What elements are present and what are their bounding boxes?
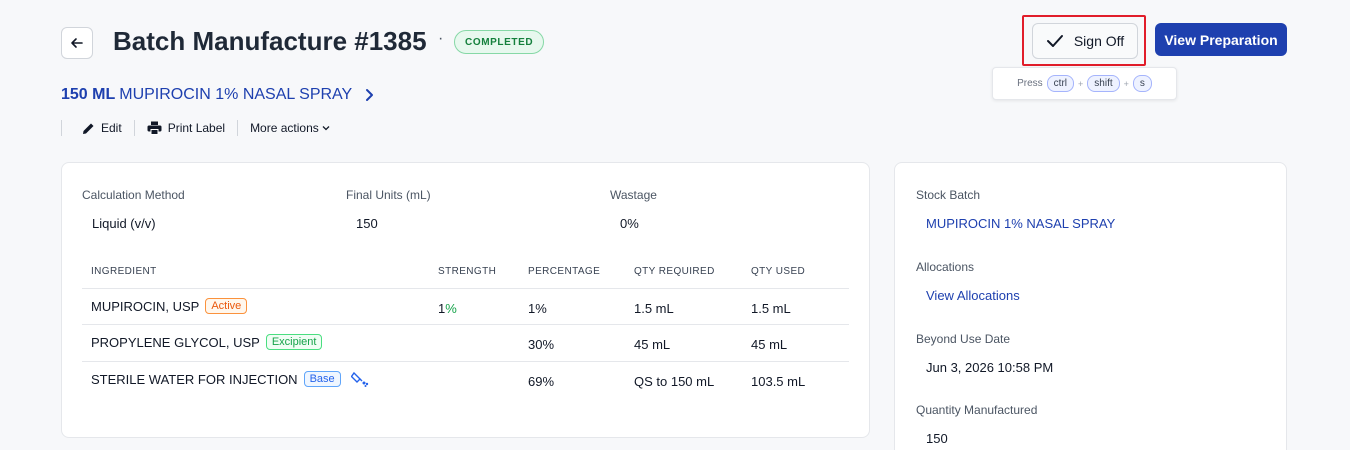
product-size: 150 ML bbox=[61, 86, 116, 103]
more-actions-label: More actions bbox=[250, 121, 319, 135]
allocations-label: Allocations bbox=[916, 260, 975, 274]
shortcut-hint: Press ctrl + shift + s bbox=[992, 67, 1177, 100]
beyond-use-date-value: Jun 3, 2026 10:58 PM bbox=[926, 360, 1054, 375]
strength-unit: % bbox=[445, 301, 457, 316]
ingredients-card: Calculation Method Liquid (v/v) Final Un… bbox=[61, 162, 870, 438]
qty-used-cell: 1.5 mL bbox=[751, 301, 791, 316]
status-badge: COMPLETED bbox=[454, 30, 545, 54]
ingredient-name: STERILE WATER FOR INJECTION bbox=[91, 371, 298, 387]
quantity-manufactured-value: 150 bbox=[926, 431, 948, 446]
key-plus: + bbox=[1123, 78, 1129, 89]
view-allocations-link[interactable]: View Allocations bbox=[926, 288, 1020, 303]
percentage-cell: 1% bbox=[528, 301, 547, 316]
water-drop-icon[interactable] bbox=[350, 371, 369, 387]
arrow-left-icon bbox=[71, 38, 83, 48]
final-units-value: 150 bbox=[356, 216, 378, 231]
final-units-label: Final Units (mL) bbox=[346, 188, 431, 202]
key-plus: + bbox=[1078, 78, 1084, 89]
col-header-strength: STRENGTH bbox=[438, 266, 497, 277]
strength-cell: 1% bbox=[438, 301, 457, 316]
qty-required-cell: 1.5 mL bbox=[634, 301, 674, 316]
row-divider bbox=[82, 288, 849, 289]
ingredient-name: MUPIROCIN, USP bbox=[91, 298, 200, 314]
more-actions-button[interactable]: More actions bbox=[238, 121, 342, 135]
ingredient-tag: Active bbox=[205, 298, 248, 314]
stock-batch-label: Stock Batch bbox=[916, 188, 981, 202]
title-separator: · bbox=[438, 30, 444, 47]
beyond-use-date-label: Beyond Use Date bbox=[916, 332, 1011, 346]
percentage-cell: 69% bbox=[528, 374, 555, 389]
sign-off-label: Sign Off bbox=[1073, 33, 1125, 49]
action-divider bbox=[61, 120, 62, 136]
table-row: MUPIROCIN, USP Active bbox=[91, 298, 248, 314]
table-row: STERILE WATER FOR INJECTION Base bbox=[91, 371, 369, 387]
table-row: PROPYLENE GLYCOL, USP Excipient bbox=[91, 334, 323, 350]
calc-method-value: Liquid (v/v) bbox=[92, 216, 156, 231]
edit-label: Edit bbox=[101, 121, 122, 135]
ingredient-tag: Excipient bbox=[265, 334, 323, 350]
col-header-percentage: PERCENTAGE bbox=[528, 266, 601, 277]
stock-details-card: Stock Batch MUPIROCIN 1% NASAL SPRAY All… bbox=[894, 162, 1287, 450]
action-bar: Edit Print Label More actions bbox=[61, 118, 342, 138]
chevron-down-icon bbox=[322, 126, 330, 131]
key-shift: shift bbox=[1087, 75, 1120, 92]
edit-button[interactable]: Edit bbox=[70, 121, 134, 135]
col-header-ingredient: INGREDIENT bbox=[91, 266, 157, 277]
shortcut-press-label: Press bbox=[1017, 78, 1043, 89]
col-header-qty-used: QTY USED bbox=[751, 266, 806, 277]
key-ctrl: ctrl bbox=[1046, 75, 1075, 92]
pencil-icon bbox=[83, 123, 94, 134]
stock-batch-link[interactable]: MUPIROCIN 1% NASAL SPRAY bbox=[926, 216, 1115, 231]
product-name: MUPIROCIN 1% NASAL SPRAY bbox=[119, 86, 353, 103]
ingredient-name: PROPYLENE GLYCOL, USP bbox=[91, 334, 260, 350]
calc-method-label: Calculation Method bbox=[82, 188, 185, 202]
qty-required-cell: 45 mL bbox=[634, 337, 671, 352]
percentage-cell: 30% bbox=[528, 337, 555, 352]
sign-off-button[interactable]: Sign Off bbox=[1032, 23, 1138, 59]
chevron-right-icon bbox=[366, 89, 374, 101]
ingredient-tag: Base bbox=[303, 371, 341, 387]
qty-used-cell: 45 mL bbox=[751, 337, 788, 352]
wastage-value: 0% bbox=[620, 216, 639, 231]
page-title: Batch Manufacture #1385 bbox=[113, 26, 427, 56]
col-header-qty-required: QTY REQUIRED bbox=[634, 266, 715, 277]
print-label-text: Print Label bbox=[167, 121, 226, 135]
quantity-manufactured-label: Quantity Manufactured bbox=[916, 403, 1038, 417]
printer-icon bbox=[147, 121, 162, 135]
view-preparation-button[interactable]: View Preparation bbox=[1155, 23, 1287, 56]
check-icon bbox=[1046, 35, 1063, 47]
row-divider bbox=[82, 324, 849, 325]
print-label-button[interactable]: Print Label bbox=[135, 121, 237, 135]
qty-required-cell: QS to 150 mL bbox=[634, 374, 715, 389]
wastage-label: Wastage bbox=[610, 188, 657, 202]
qty-used-cell: 103.5 mL bbox=[751, 374, 806, 389]
back-button[interactable] bbox=[61, 27, 93, 59]
row-divider bbox=[82, 361, 849, 362]
product-link[interactable]: 150 ML MUPIROCIN 1% NASAL SPRAY bbox=[61, 86, 376, 104]
key-s: s bbox=[1132, 75, 1152, 92]
